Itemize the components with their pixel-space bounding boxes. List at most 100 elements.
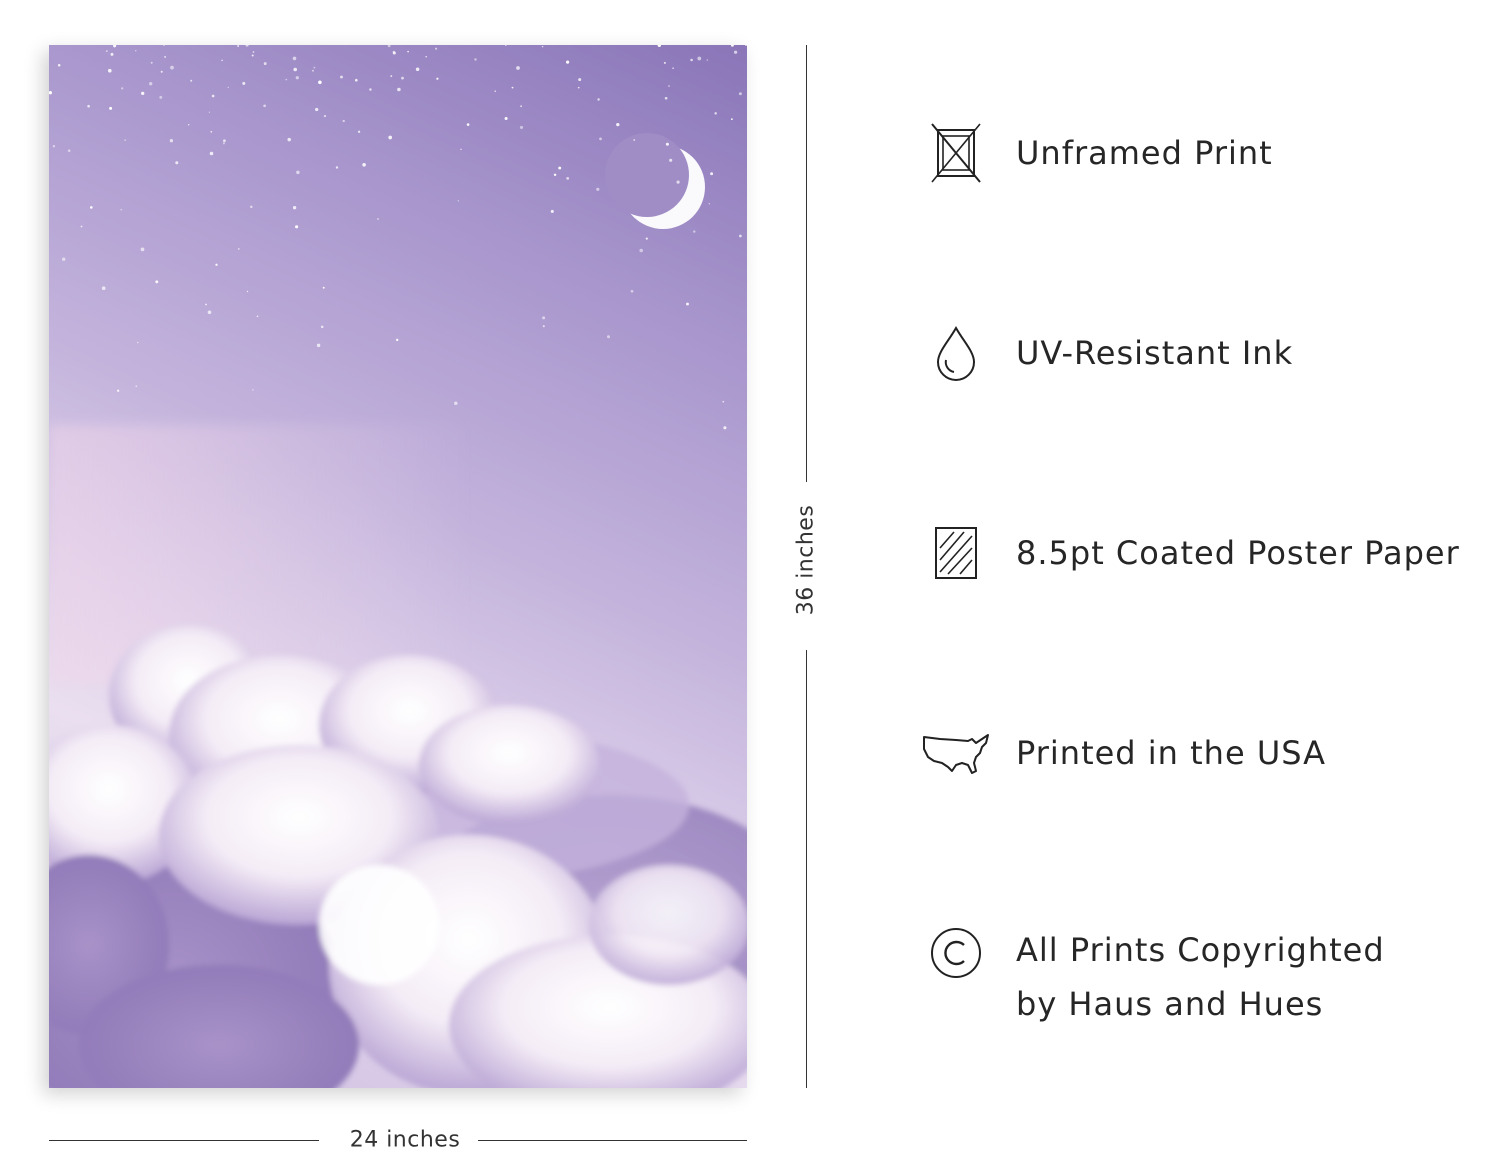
crescent-moon <box>605 133 705 229</box>
star <box>335 166 339 169</box>
star <box>730 45 734 47</box>
star <box>293 67 297 72</box>
star <box>599 137 602 141</box>
star <box>504 116 508 121</box>
usa-map-icon <box>920 723 992 783</box>
star <box>504 45 507 46</box>
star <box>392 51 396 55</box>
star <box>237 45 240 47</box>
star <box>566 177 570 180</box>
height-dimension-line-bottom <box>806 650 807 1088</box>
star <box>295 225 299 229</box>
star <box>415 67 420 72</box>
star <box>49 91 52 95</box>
height-dimension-line-top <box>806 45 807 482</box>
star <box>323 115 327 118</box>
star <box>669 158 673 162</box>
star <box>474 58 477 61</box>
star <box>246 290 249 293</box>
star <box>657 45 661 47</box>
feature-label: UV-Resistant Ink <box>1016 334 1294 372</box>
star <box>436 77 439 80</box>
star <box>697 56 702 61</box>
star <box>89 206 93 209</box>
feature-label: Unframed Print <box>1016 134 1273 172</box>
star <box>287 137 291 142</box>
star <box>209 151 214 156</box>
feature-unframed: Unframed Print <box>920 123 1500 183</box>
coated-paper-icon <box>920 523 992 583</box>
star <box>730 118 733 121</box>
star <box>745 45 747 47</box>
sky-illustration <box>49 45 747 1088</box>
star <box>435 47 438 50</box>
star <box>164 55 167 58</box>
star <box>460 148 462 151</box>
star <box>105 50 108 53</box>
star <box>170 65 174 70</box>
feature-ink: UV-Resistant Ink <box>920 323 1500 383</box>
star <box>519 125 524 129</box>
star <box>616 122 620 127</box>
star <box>117 389 120 392</box>
star <box>295 76 299 80</box>
star <box>645 237 648 240</box>
star <box>163 45 165 47</box>
star <box>706 59 709 61</box>
star <box>137 341 139 344</box>
star <box>205 303 207 306</box>
star <box>739 234 742 238</box>
star <box>222 142 225 145</box>
star <box>377 218 379 220</box>
star <box>318 80 322 85</box>
star <box>169 139 174 143</box>
feature-paper: 8.5pt Coated Poster Paper <box>920 523 1500 583</box>
star <box>263 62 267 66</box>
clouds <box>49 625 747 1088</box>
height-dimension-label: 36 inches <box>793 504 819 616</box>
feature-label-line2: by Haus and Hues <box>1016 985 1324 1023</box>
star <box>207 310 212 315</box>
star <box>140 247 145 252</box>
star <box>237 248 240 250</box>
star <box>566 60 570 64</box>
star <box>320 325 324 329</box>
star <box>109 106 113 110</box>
star <box>466 123 470 126</box>
star <box>607 335 610 339</box>
star <box>633 139 636 141</box>
star <box>397 87 401 92</box>
star <box>390 75 393 78</box>
feature-label: 8.5pt Coated Poster Paper <box>1016 534 1460 572</box>
star <box>630 289 634 293</box>
width-dimension-line-right <box>478 1140 747 1141</box>
star <box>708 203 711 205</box>
star <box>369 88 372 91</box>
star <box>124 139 126 141</box>
star <box>663 61 666 64</box>
star <box>672 67 674 70</box>
star <box>250 205 253 209</box>
star <box>313 66 316 69</box>
star <box>141 91 145 96</box>
star <box>354 78 358 82</box>
star <box>315 107 319 112</box>
star <box>665 142 669 146</box>
width-dimension-label: 24 inches <box>349 1127 461 1153</box>
star <box>553 173 557 177</box>
star <box>362 162 366 167</box>
star <box>425 55 428 58</box>
star <box>292 56 297 61</box>
star <box>396 338 399 342</box>
star <box>256 315 259 318</box>
poster-artwork <box>49 45 747 1088</box>
star <box>401 76 404 80</box>
star <box>252 51 255 53</box>
ink-drop-icon <box>920 323 992 383</box>
star <box>215 263 218 266</box>
star <box>639 248 643 253</box>
star <box>722 400 725 403</box>
star <box>155 280 159 284</box>
star <box>710 172 714 176</box>
star <box>558 166 562 170</box>
